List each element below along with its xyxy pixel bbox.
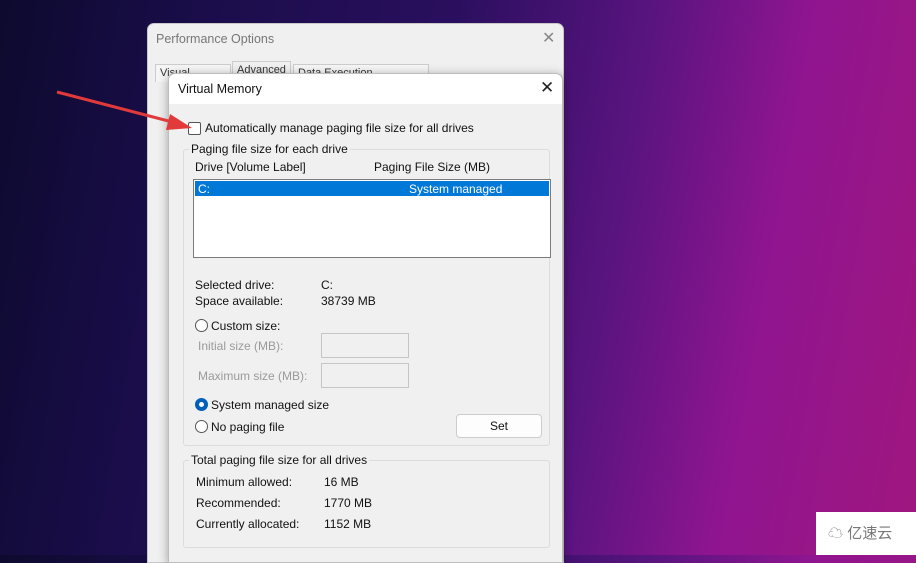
cloud-logo-icon: ☁: [828, 525, 844, 542]
annotation-arrow-icon: [56, 90, 192, 130]
watermark-logo: ☁ 亿速云: [816, 512, 916, 555]
watermark-text: 亿速云: [847, 525, 893, 542]
